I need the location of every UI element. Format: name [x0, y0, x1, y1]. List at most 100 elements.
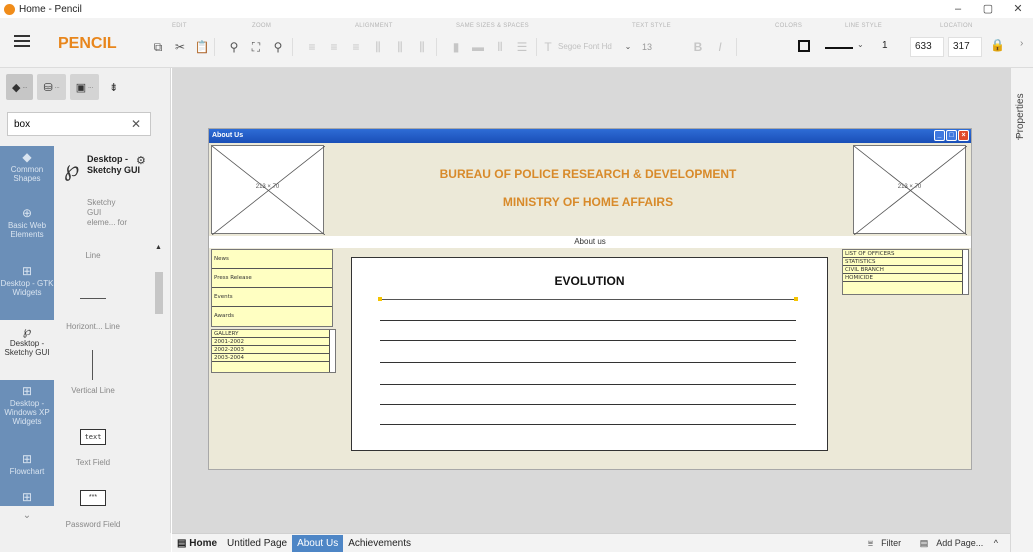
add-page-button[interactable]: ▤ Add Page...	[912, 538, 984, 548]
image-placeholder-right[interactable]: 213 × 70	[853, 145, 967, 235]
content-line	[380, 340, 796, 341]
sliders-icon[interactable]: ⫶	[1017, 132, 1020, 143]
side-item-statistics[interactable]: STATISTICS	[843, 258, 968, 266]
evolution-title: EVOLUTION	[554, 274, 625, 288]
text-style-icon[interactable]: T	[540, 40, 556, 54]
side-item-civil-branch[interactable]: CIVIL BRANCH	[843, 266, 968, 274]
side-list-scrollbar[interactable]	[962, 250, 968, 294]
content-line	[380, 384, 796, 385]
gallery-list[interactable]: GALLERY 2001-2002 2002-2003 2003-2004	[211, 329, 336, 373]
tab-home[interactable]: ▤ Home	[172, 535, 222, 552]
close-button[interactable]: ✕	[1003, 0, 1033, 18]
align-left-icon[interactable]: ≡	[304, 40, 320, 54]
side-item-officers[interactable]: LIST OF OFFICERS	[843, 250, 968, 258]
category-winxp-widgets[interactable]: ⊞ Desktop - Windows XP Widgets	[0, 380, 54, 448]
shape-search-input[interactable]	[8, 118, 126, 130]
nav-item-press-release[interactable]: Press Release	[212, 269, 332, 288]
about-us-mockup[interactable]: About Us _ □ × 213 × 70 213 × 70 BUREAU …	[208, 128, 972, 470]
expand-icon[interactable]: ^	[994, 538, 998, 548]
italic-icon[interactable]: I	[712, 40, 728, 54]
space-h-icon[interactable]: ⫴	[492, 40, 508, 55]
image-placeholder-left[interactable]: 213 × 70	[211, 145, 325, 235]
category-flowchart[interactable]: ⊞ Flowchart	[0, 448, 54, 486]
same-height-icon[interactable]: ▬	[470, 40, 486, 54]
nav-item-events[interactable]: Events	[212, 288, 332, 307]
line-style-dropdown-icon[interactable]: ⌄	[857, 40, 864, 49]
tab-untitled-page[interactable]: Untitled Page	[222, 535, 292, 552]
category-basic-web[interactable]: ⊕ Basic Web Elements	[0, 202, 54, 260]
selection-handle[interactable]	[794, 297, 798, 301]
selected-line[interactable]	[380, 299, 796, 300]
align-center-icon[interactable]: ≡	[326, 40, 342, 54]
group-label-alignment: ALIGNMENT	[355, 23, 393, 29]
bold-icon[interactable]: B	[690, 40, 706, 54]
tab-achievements[interactable]: Achievements	[343, 535, 416, 552]
align-middle-icon[interactable]: ⫼	[392, 40, 408, 55]
scroll-down-icon[interactable]: ⌄	[0, 506, 54, 528]
align-bottom-icon[interactable]: ⫼	[414, 40, 430, 55]
font-family-select[interactable]: Segoe Font Hd	[558, 38, 618, 56]
shape-line-label[interactable]: Line	[63, 251, 123, 260]
evolution-panel[interactable]: EVOLUTION	[351, 257, 828, 451]
font-dropdown-icon[interactable]: ⌄	[620, 42, 636, 51]
gallery-item[interactable]: 2002-2003	[212, 346, 335, 354]
font-size-field[interactable]: 13	[642, 38, 652, 56]
nav-item-news[interactable]: News	[212, 250, 332, 269]
properties-tab[interactable]: Properties	[1015, 76, 1026, 156]
chevron-right-icon[interactable]: ›	[1020, 38, 1023, 49]
gallery-item[interactable]: 2001-2002	[212, 338, 335, 346]
password-field-preview[interactable]: ***	[80, 490, 106, 506]
minimize-button[interactable]: –	[943, 0, 973, 18]
copy-icon[interactable]: ⧉	[150, 40, 166, 55]
zoom-in-icon[interactable]: ⚲	[270, 40, 286, 54]
same-width-icon[interactable]: ▮	[448, 40, 464, 54]
location-y-field[interactable]: 317	[948, 37, 982, 57]
shape-vertical-line-label[interactable]: Vertical Line	[63, 386, 123, 395]
menu-icon[interactable]	[14, 35, 30, 50]
category-more[interactable]: ⊞	[0, 486, 54, 506]
maximize-button[interactable]: ▢	[973, 0, 1003, 18]
align-right-icon[interactable]: ≡	[348, 40, 364, 54]
horizontal-line-preview[interactable]	[80, 298, 106, 299]
zoom-out-icon[interactable]: ⚲	[226, 40, 242, 54]
category-gtk-widgets[interactable]: ⊞ Desktop - GTK Widgets	[0, 260, 54, 320]
cut-icon[interactable]: ✂	[172, 40, 188, 54]
clear-search-icon[interactable]: ✕	[126, 117, 146, 131]
vertical-line-preview[interactable]	[92, 350, 93, 380]
shape-password-field-label[interactable]: Password Field	[63, 520, 123, 529]
location-x-field[interactable]: 633	[910, 37, 944, 57]
nav-item-awards[interactable]: Awards	[212, 307, 332, 326]
gallery-scrollbar[interactable]	[329, 330, 335, 372]
line-style-preview[interactable]	[825, 47, 853, 49]
stroke-color-swatch[interactable]	[798, 40, 810, 52]
tab-pin[interactable]: ⇟	[103, 74, 124, 100]
paste-icon[interactable]: 📋	[194, 40, 210, 54]
tab-about-us[interactable]: About Us	[292, 534, 344, 552]
shape-horizontal-line-label[interactable]: Horizont... Line	[63, 322, 123, 331]
fit-icon[interactable]: ⛶	[248, 40, 264, 55]
category-sketchy-gui[interactable]: ℘ Desktop - Sketchy GUI	[0, 320, 54, 380]
side-item-homicide[interactable]: HOMICIDE	[843, 274, 968, 282]
line-width-field[interactable]: 1	[878, 37, 900, 57]
text-field-preview[interactable]: text	[80, 429, 106, 445]
placeholder-dimensions: 213 × 70	[897, 184, 922, 190]
gallery-item[interactable]: 2003-2004	[212, 354, 335, 362]
space-v-icon[interactable]: ☰	[514, 40, 530, 54]
tab-clipart[interactable]: ▣...	[69, 74, 100, 100]
gear-icon[interactable]: ⚙	[136, 154, 146, 167]
gallery-item[interactable]: GALLERY	[212, 330, 335, 338]
tab-collections[interactable]: ◆...	[6, 74, 34, 100]
shape-palette: ◆... ⛁... ▣... ⇟ ✕ ◆Common Shapes ⊕Basic…	[0, 68, 171, 552]
scroll-up-icon[interactable]: ▲	[155, 244, 162, 251]
filter-button[interactable]: ⩸ Filter	[860, 538, 901, 548]
placeholder-dimensions: 213 × 70	[255, 184, 280, 190]
tab-private[interactable]: ⛁...	[37, 74, 66, 100]
selection-handle[interactable]	[378, 297, 382, 301]
palette-scrollbar[interactable]: ▲ ▼	[154, 244, 164, 545]
nav-list[interactable]: News Press Release Events Awards	[211, 249, 333, 327]
shape-text-field-label[interactable]: Text Field	[63, 458, 123, 467]
category-common-shapes[interactable]: ◆ Common Shapes	[0, 146, 54, 202]
side-list[interactable]: LIST OF OFFICERS STATISTICS CIVIL BRANCH…	[842, 249, 969, 295]
lock-icon[interactable]: 🔒	[990, 38, 1005, 52]
align-top-icon[interactable]: ⫼	[370, 40, 386, 55]
